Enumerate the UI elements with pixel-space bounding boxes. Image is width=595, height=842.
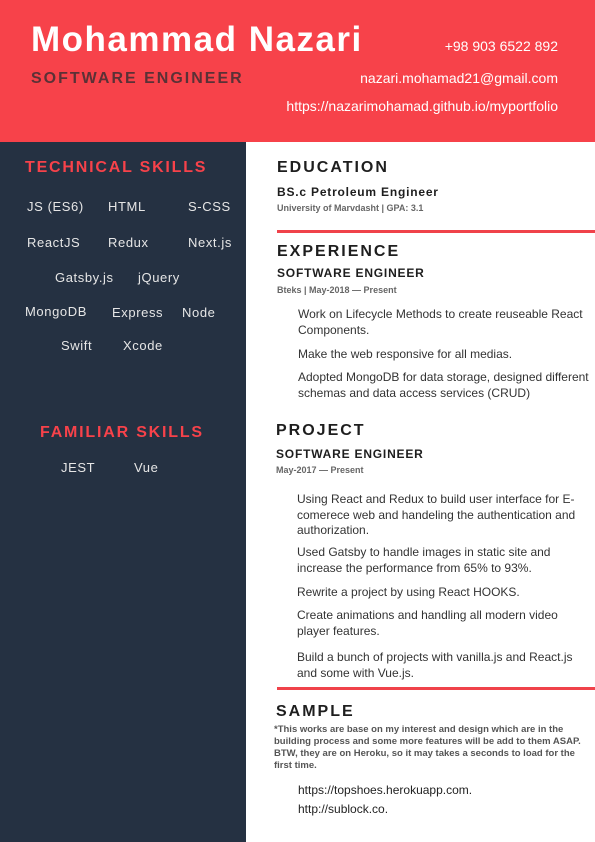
project-bullet: Used Gatsby to handle images in static s… xyxy=(297,545,551,575)
experience-meta: Bteks | May-2018 — Present xyxy=(277,285,397,295)
experience-job-title: SOFTWARE ENGINEER xyxy=(277,266,425,280)
resume-header: Mohammad Nazari SOFTWARE ENGINEER +98 90… xyxy=(0,0,595,142)
experience-bullet: Adopted MongoDB for data storage, design… xyxy=(298,370,589,400)
phone-number: +98 903 6522 892 xyxy=(444,38,558,54)
skill-item: Gatsby.js xyxy=(55,270,114,285)
skill-item: HTML xyxy=(108,199,146,214)
skill-item: Next.js xyxy=(188,235,232,250)
section-divider xyxy=(277,230,595,233)
sample-heading: SAMPLE xyxy=(276,703,355,720)
skill-item: Xcode xyxy=(123,338,163,353)
project-bullet: Rewrite a project by using React HOOKS. xyxy=(297,585,520,599)
school-info: University of Marvdasht | GPA: 3.1 xyxy=(277,203,424,213)
email-link[interactable]: nazari.mohamad21@gmail.com xyxy=(360,70,558,86)
section-divider xyxy=(277,687,595,690)
main-content: EDUCATION BS.c Petroleum Engineer Univer… xyxy=(246,142,595,842)
job-title-header: SOFTWARE ENGINEER xyxy=(31,70,244,87)
skill-item: JEST xyxy=(61,460,96,475)
skill-item: JS (ES6) xyxy=(27,199,84,214)
project-heading: PROJECT xyxy=(276,422,366,439)
project-bullet: Create animations and handling all moder… xyxy=(297,608,558,638)
project-job-title: SOFTWARE ENGINEER xyxy=(276,447,424,461)
skill-item: ReactJS xyxy=(27,235,81,250)
skill-item: jQuery xyxy=(138,270,180,285)
sample-link[interactable]: http://sublock.co. xyxy=(298,802,388,816)
sample-link[interactable]: https://topshoes.herokuapp.com. xyxy=(298,783,472,797)
skill-item: S-CSS xyxy=(188,199,231,214)
degree: BS.c Petroleum Engineer xyxy=(277,185,439,199)
technical-skills-heading: TECHNICAL SKILLS xyxy=(25,159,208,176)
education-heading: EDUCATION xyxy=(277,159,389,176)
experience-bullet: Work on Lifecycle Methods to create reus… xyxy=(298,307,583,337)
experience-bullet: Make the web responsive for all medias. xyxy=(298,347,513,361)
skill-item: Vue xyxy=(134,460,159,475)
familiar-skills-heading: FAMILIAR SKILLS xyxy=(40,424,204,441)
skill-item: Node xyxy=(182,305,216,320)
skill-item: Express xyxy=(112,305,164,320)
skill-item: Swift xyxy=(61,338,93,353)
sample-note: *This works are base on my interest and … xyxy=(274,724,581,771)
skill-item: Redux xyxy=(108,235,149,250)
skill-item: MongoDB xyxy=(25,304,88,319)
experience-heading: EXPERIENCE xyxy=(277,243,401,260)
project-bullet: Using React and Redux to build user inte… xyxy=(297,492,576,537)
skills-sidebar: TECHNICAL SKILLS JS (ES6) HTML S-CSS Rea… xyxy=(0,142,246,842)
project-bullet: Build a bunch of projects with vanilla.j… xyxy=(297,650,573,680)
candidate-name: Mohammad Nazari xyxy=(31,20,363,59)
project-meta: May-2017 — Present xyxy=(276,465,364,475)
portfolio-link[interactable]: https://nazarimohamad.github.io/myportfo… xyxy=(286,98,558,114)
